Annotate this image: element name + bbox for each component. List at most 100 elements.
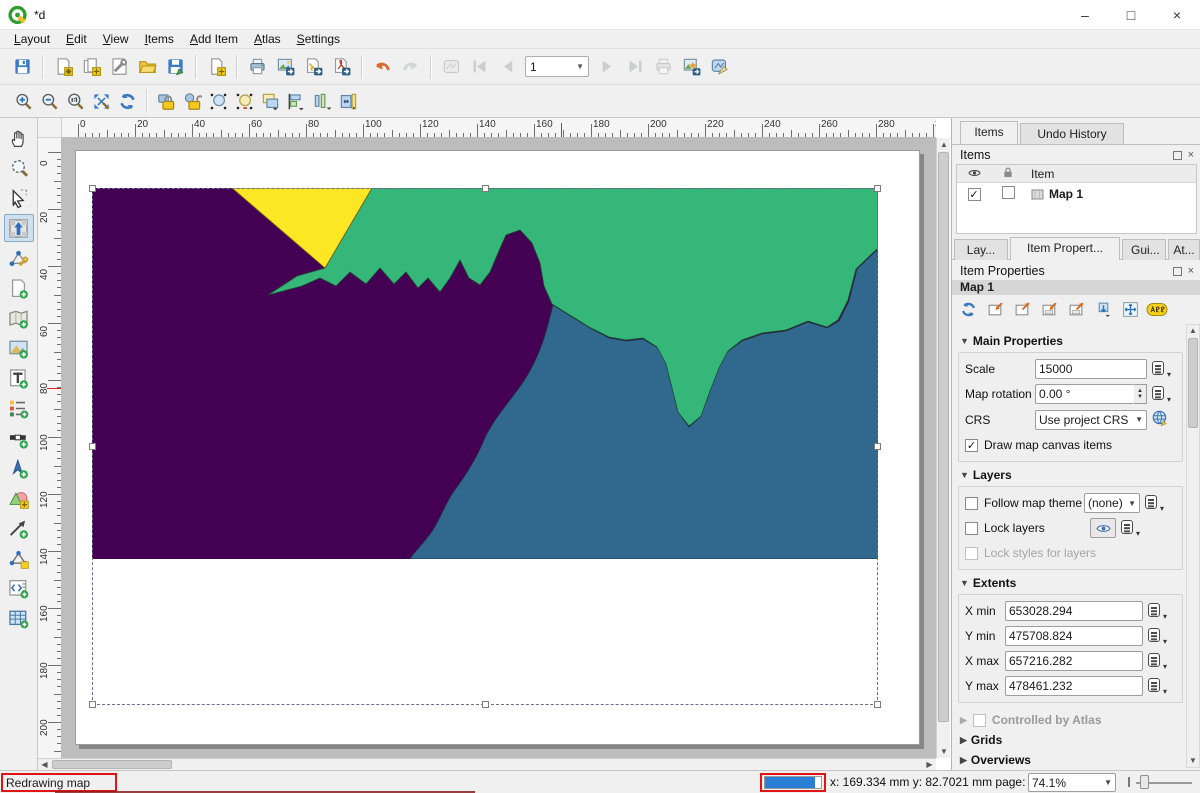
selection-handle[interactable] (89, 185, 96, 192)
scroll-up-icon[interactable]: ▲ (937, 138, 951, 151)
visibility-preset-button[interactable] (1090, 518, 1116, 538)
save-button[interactable] (8, 53, 36, 81)
tab-atlas[interactable]: At... (1168, 239, 1200, 260)
data-defined-override-button[interactable]: ▾ (1120, 519, 1140, 537)
properties-scrollbar[interactable]: ▲ ▼ (1186, 324, 1200, 768)
selection-handle[interactable] (482, 185, 489, 192)
data-defined-override-button[interactable]: ▾ (1147, 602, 1167, 620)
section-grids[interactable]: ▶ Grids (960, 733, 1183, 747)
zoom-level-combo[interactable]: 74.1% ▼ (1028, 773, 1116, 792)
data-defined-override-button[interactable]: ▾ (1147, 627, 1167, 645)
map-theme-combo[interactable]: (none) ▼ (1084, 493, 1140, 513)
print-atlas-button[interactable] (649, 53, 677, 81)
refresh-map-button[interactable] (956, 298, 980, 320)
move-content-button[interactable] (1118, 298, 1142, 320)
selection-handle[interactable] (482, 701, 489, 708)
data-defined-override-button[interactable]: ▾ (1151, 385, 1171, 403)
add-arrow-button[interactable] (4, 514, 34, 542)
resize-items-button[interactable] (335, 88, 361, 114)
selection-handle[interactable] (89, 701, 96, 708)
controlled-by-atlas-checkbox[interactable] (973, 714, 986, 727)
map-item-frame[interactable] (92, 188, 878, 705)
export-pdf-button[interactable] (327, 53, 355, 81)
selection-handle[interactable] (874, 443, 881, 450)
export-atlas-button[interactable] (677, 53, 705, 81)
first-feature-button[interactable] (465, 53, 493, 81)
maximize-button[interactable]: □ (1108, 0, 1154, 30)
crs-select-button[interactable] (1151, 409, 1169, 430)
group-items-button[interactable] (205, 88, 231, 114)
pan-tool-button[interactable] (4, 124, 34, 152)
save-as-template-button[interactable] (161, 53, 189, 81)
lock-styles-checkbox[interactable] (965, 547, 978, 560)
undo-button[interactable] (368, 53, 396, 81)
zoom-tool-button[interactable] (4, 154, 34, 182)
canvas-horizontal-scrollbar[interactable]: ◀ ▶ (38, 758, 936, 770)
lock-layers-checkbox[interactable] (965, 522, 978, 535)
follow-map-theme-checkbox[interactable] (965, 497, 978, 510)
add-page-button[interactable] (4, 274, 34, 302)
add-html-button[interactable] (4, 574, 34, 602)
items-list-row-map1[interactable]: ✓ Map 1 (957, 183, 1196, 205)
last-feature-button[interactable] (621, 53, 649, 81)
ymin-input[interactable]: 475708.824 (1005, 626, 1143, 646)
crs-combo[interactable]: Use project CRS ▼ (1035, 410, 1147, 430)
close-panel-icon[interactable]: × (1188, 264, 1194, 279)
minimize-button[interactable]: – (1062, 0, 1108, 30)
selection-handle[interactable] (89, 443, 96, 450)
draw-map-canvas-items-checkbox[interactable]: ✓ (965, 439, 978, 452)
print-button[interactable] (243, 53, 271, 81)
add-pages-button[interactable] (202, 53, 230, 81)
layout-manager-button[interactable] (105, 53, 133, 81)
edit-nodes-button[interactable] (4, 244, 34, 272)
zoom-in-button[interactable] (10, 88, 36, 114)
export-svg-button[interactable] (299, 53, 327, 81)
add-attribute-table-button[interactable] (4, 604, 34, 632)
section-controlled-by-atlas[interactable]: ▶ Controlled by Atlas (960, 713, 1183, 727)
section-layers[interactable]: ▼ Layers (960, 468, 1183, 482)
tab-item-properties[interactable]: Item Propert... (1010, 237, 1120, 260)
add-picture-button[interactable] (4, 334, 34, 362)
export-image-button[interactable] (271, 53, 299, 81)
zoom-out-button[interactable] (36, 88, 62, 114)
layout-canvas[interactable] (62, 138, 936, 758)
add-shape-button[interactable] (4, 484, 34, 512)
view-extent-in-canvas-button[interactable] (1010, 298, 1034, 320)
float-panel-icon[interactable] (1173, 267, 1182, 276)
unlock-items-button[interactable] (179, 88, 205, 114)
open-layout-button[interactable] (133, 53, 161, 81)
scrollbar-thumb[interactable] (52, 760, 172, 769)
scrollbar-thumb[interactable] (1188, 338, 1198, 428)
scroll-up-icon[interactable]: ▲ (1187, 325, 1199, 337)
menu-atlas[interactable]: Atlas (246, 30, 289, 49)
ungroup-items-button[interactable] (231, 88, 257, 114)
data-defined-override-button[interactable]: ▾ (1151, 360, 1171, 378)
raise-items-button[interactable] (257, 88, 283, 114)
zoom-full-button[interactable] (88, 88, 114, 114)
labels-settings-button[interactable] (1145, 298, 1169, 320)
float-panel-icon[interactable] (1173, 151, 1182, 160)
tab-layout[interactable]: Lay... (954, 239, 1008, 260)
add-node-item-button[interactable] (4, 544, 34, 572)
scrollbar-thumb[interactable] (938, 152, 949, 722)
add-scalebar-button[interactable] (4, 424, 34, 452)
add-label-button[interactable] (4, 364, 34, 392)
zoom-slider[interactable] (1128, 773, 1194, 792)
scale-input[interactable]: 15000 (1035, 359, 1147, 379)
previous-feature-button[interactable] (493, 53, 521, 81)
new-layout-button[interactable] (49, 53, 77, 81)
zoom-actual-button[interactable] (62, 88, 88, 114)
data-defined-override-button[interactable]: ▾ (1147, 677, 1167, 695)
data-defined-override-button[interactable]: ▾ (1144, 494, 1164, 512)
map-rotation-input[interactable]: 0.00 ° (1035, 384, 1134, 404)
set-extent-to-canvas-button[interactable] (983, 298, 1007, 320)
set-scale-to-canvas-button[interactable] (1037, 298, 1061, 320)
add-legend-button[interactable] (4, 394, 34, 422)
data-defined-override-button[interactable]: ▾ (1147, 652, 1167, 670)
menu-layout[interactable]: Layout (6, 30, 58, 49)
section-main-properties[interactable]: ▼ Main Properties (960, 334, 1183, 348)
redo-button[interactable] (396, 53, 424, 81)
ymax-input[interactable]: 478461.232 (1005, 676, 1143, 696)
section-extents[interactable]: ▼ Extents (960, 576, 1183, 590)
tab-undo-history[interactable]: Undo History (1020, 123, 1124, 144)
